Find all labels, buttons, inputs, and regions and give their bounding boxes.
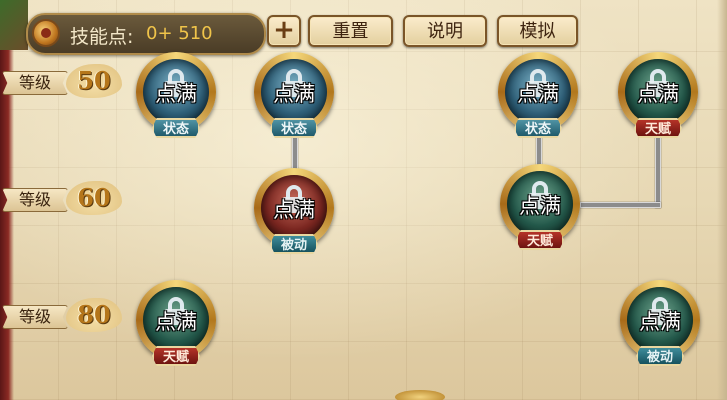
skill-type-tag: 天赋 [516,230,564,250]
skill-type-tag: 状态 [514,118,562,138]
skill-point-coin-icon [32,19,60,47]
skill-type-tag: 状态 [270,118,318,138]
skill-status: 点满 [639,310,681,334]
skill-node-passive-2[interactable]: 点满 被动 [620,280,700,372]
skill-tree-panel: 技能点: 0+ 510 + 重置 说明 模拟 等级 50 等级 60 等级 80… [0,0,727,400]
level-value: 60 [66,181,122,215]
skill-status: 点满 [273,82,315,106]
skill-type-tag: 状态 [152,118,200,138]
level-value: 80 [66,298,122,332]
right-border-decoration [717,0,727,400]
level-label: 等级 [2,305,68,329]
skill-type-tag: 天赋 [152,346,200,366]
skill-status: 点满 [637,82,679,106]
simulate-button[interactable]: 模拟 [497,15,578,47]
skill-node-talent-2[interactable]: 点满 天赋 [500,164,580,256]
skill-points-bar: 技能点: 0+ 510 [26,13,266,55]
help-button[interactable]: 说明 [403,15,487,47]
skill-status: 点满 [273,198,315,222]
skill-type-tag: 天赋 [634,118,682,138]
skill-node-state-2[interactable]: 点满 状态 [254,52,334,144]
skill-status: 点满 [155,310,197,334]
level-label: 等级 [2,71,68,95]
level-row-50: 等级 50 [2,64,122,98]
next-row-skill-partial [395,390,445,400]
skill-type-tag: 被动 [636,346,684,366]
skill-status: 点满 [155,82,197,106]
skill-connector [655,134,661,208]
skill-node-talent-1[interactable]: 点满 天赋 [618,52,698,144]
level-label: 等级 [2,188,68,212]
reset-button[interactable]: 重置 [308,15,393,47]
level-row-80: 等级 80 [2,298,122,332]
skill-points-value: 0+ 510 [146,23,213,44]
skill-status: 点满 [519,194,561,218]
add-skill-points-button[interactable]: + [267,15,301,47]
skill-node-state-1[interactable]: 点满 状态 [136,52,216,144]
level-value: 50 [66,64,122,98]
level-row-60: 等级 60 [2,181,122,215]
skill-status: 点满 [517,82,559,106]
skill-node-talent-3[interactable]: 点满 天赋 [136,280,216,372]
skill-connector [580,202,661,208]
skill-node-passive-1[interactable]: 点满 被动 [254,168,334,260]
skill-node-state-3[interactable]: 点满 状态 [498,52,578,144]
skill-points-label: 技能点: [70,26,134,48]
skill-type-tag: 被动 [270,234,318,254]
corner-decoration [0,0,28,50]
